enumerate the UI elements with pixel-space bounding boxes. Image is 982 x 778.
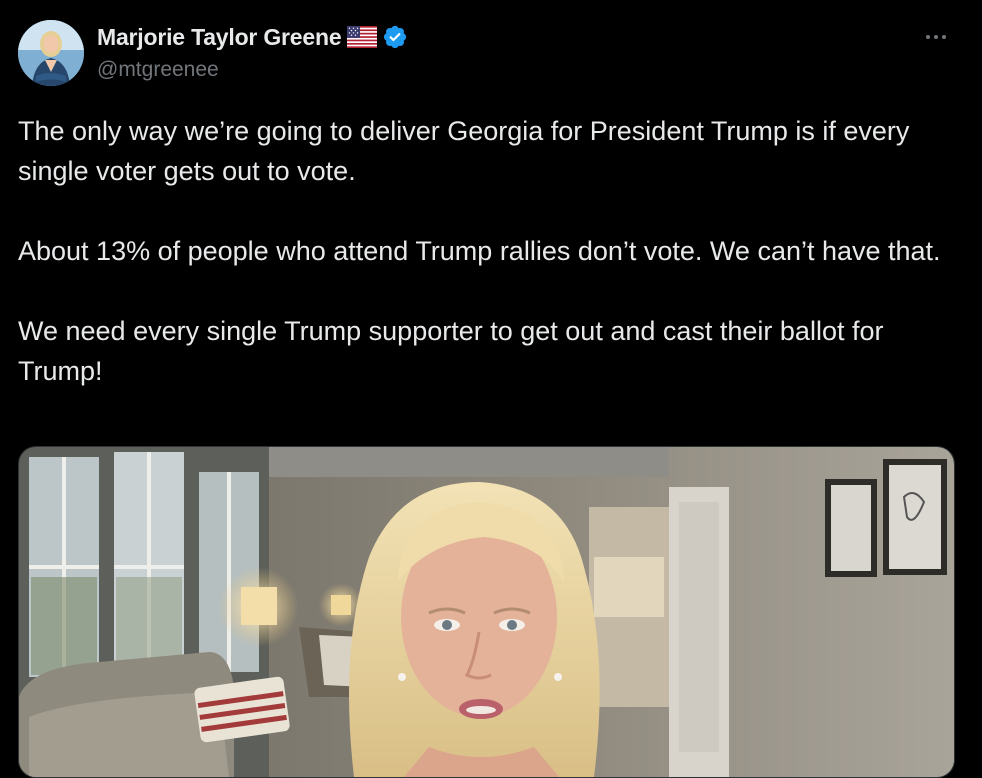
- more-dot: [926, 35, 930, 39]
- author-name[interactable]: Marjorie Taylor Greene: [97, 24, 342, 51]
- tweet-paragraph: We need every single Trump supporter to …: [18, 316, 884, 386]
- tweet-card: Marjorie Taylor Greene @mtgreenee The on…: [0, 0, 982, 778]
- us-flag-icon: [347, 26, 378, 48]
- tweet-video-thumbnail[interactable]: [18, 446, 955, 778]
- more-options-icon[interactable]: [916, 22, 956, 52]
- tweet-paragraph: About 13% of people who attend Trump ral…: [18, 236, 941, 266]
- verified-badge-icon[interactable]: [382, 24, 408, 50]
- tweet-text: The only way we’re going to deliver Geor…: [18, 111, 968, 391]
- author-name-row: Marjorie Taylor Greene: [97, 22, 408, 52]
- author-avatar[interactable]: [18, 20, 84, 86]
- more-dot: [942, 35, 946, 39]
- more-dot: [934, 35, 938, 39]
- tweet-paragraph: The only way we’re going to deliver Geor…: [18, 116, 910, 186]
- author-handle[interactable]: @mtgreenee: [97, 58, 219, 82]
